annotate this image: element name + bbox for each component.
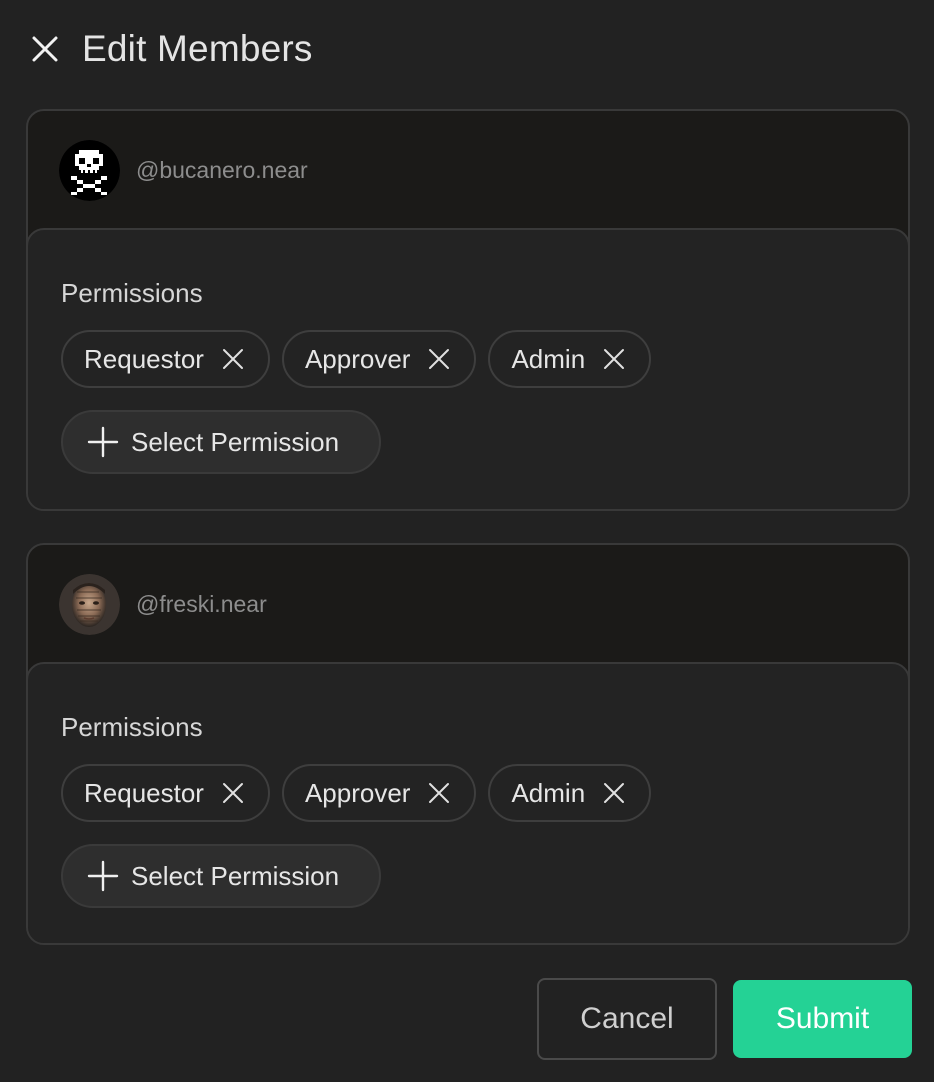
select-permission-button[interactable]: Select Permission [61,410,381,474]
close-icon [604,349,625,369]
permission-chip-admin: Admin [488,330,652,388]
permission-chips: Requestor Approver Admin [61,330,652,388]
avatar [59,573,120,635]
cancel-button[interactable]: Cancel [537,978,717,1060]
permissions-panel: Permissions Requestor Approver Admin Sel… [28,662,908,943]
member-header: @bucanero.near [28,111,908,229]
select-permission-label: Select Permission [131,426,340,457]
permission-chip-admin: Admin [488,764,652,822]
remove-permission-button[interactable] [601,780,627,806]
chip-label: Approver [304,343,411,374]
permission-chip-approver: Approver [281,330,477,388]
permission-chip-approver: Approver [281,764,477,822]
close-icon [222,349,243,369]
member-handle: @bucanero.near [136,156,308,183]
close-icon [604,783,625,803]
close-icon [222,783,243,803]
page-title: Edit Members [82,28,313,69]
remove-permission-button[interactable] [601,346,627,372]
close-icon [429,783,450,803]
photo-avatar-icon [59,573,120,635]
chip-label: Requestor [84,343,204,374]
permission-chip-requestor: Requestor [61,764,270,822]
permission-chips: Requestor Approver Admin [61,764,652,822]
remove-permission-button[interactable] [426,346,452,372]
chip-label: Admin [511,777,586,808]
member-card: @freski.near Permissions Requestor Appro… [26,543,910,945]
select-permission-label: Select Permission [131,860,340,891]
member-card: @bucanero.near Permissions Requestor App… [26,109,910,511]
chip-label: Approver [304,777,411,808]
remove-permission-button[interactable] [426,780,452,806]
plus-icon [87,426,119,458]
close-icon [429,349,450,369]
close-button[interactable] [28,32,62,66]
permissions-label: Permissions [61,712,203,742]
submit-button[interactable]: Submit [733,980,912,1058]
chip-label: Admin [511,343,586,374]
avatar [59,139,120,201]
permission-chip-requestor: Requestor [61,330,270,388]
close-icon [32,36,58,62]
member-header: @freski.near [28,545,908,663]
chip-label: Requestor [84,777,204,808]
select-permission-button[interactable]: Select Permission [61,844,381,908]
member-handle: @freski.near [136,590,267,617]
remove-permission-button[interactable] [220,780,246,806]
dialog-header: Edit Members [28,24,313,74]
permissions-label: Permissions [61,278,203,308]
remove-permission-button[interactable] [220,346,246,372]
pixel-skull-icon [59,139,120,201]
plus-icon [87,860,119,892]
permissions-panel: Permissions Requestor Approver Admin Sel… [28,228,908,509]
